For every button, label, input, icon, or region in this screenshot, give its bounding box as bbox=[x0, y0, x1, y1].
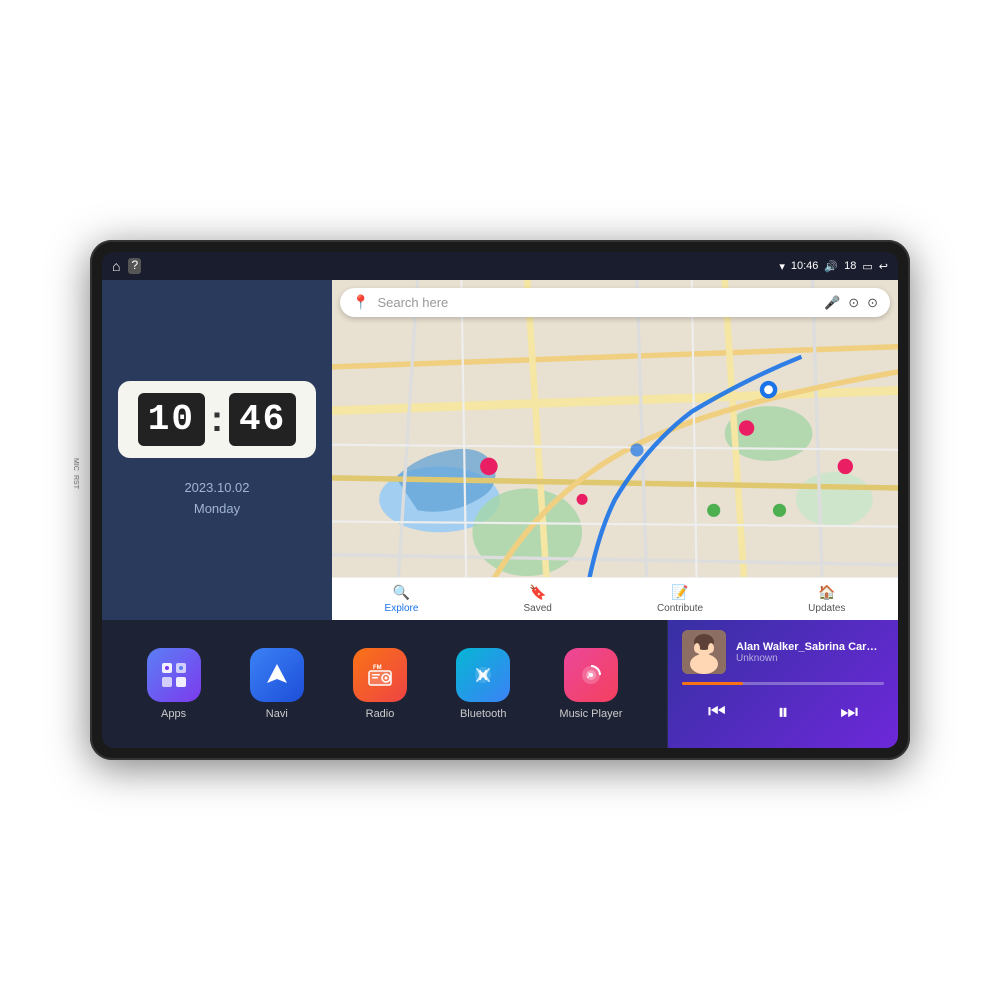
bluetooth-label: Bluetooth bbox=[460, 708, 506, 720]
contribute-label: Contribute bbox=[657, 603, 703, 614]
voice-search-icon[interactable]: 🎤 bbox=[824, 295, 840, 311]
apps-icon-bg bbox=[147, 648, 201, 702]
status-left-icons: ⌂ ? bbox=[112, 258, 141, 274]
status-time: 10:46 bbox=[791, 260, 819, 272]
explore-label: Explore bbox=[385, 603, 419, 614]
mic-label: MIC bbox=[72, 458, 79, 471]
map-tab-saved[interactable]: 🔖 Saved bbox=[524, 584, 552, 614]
status-bar: ⌂ ? ▾ 10:46 🔊 18 ▭ ↩ bbox=[102, 252, 898, 280]
map-bottom-bar: 🔍 Explore 🔖 Saved 📝 Contribute 🏠 bbox=[332, 577, 898, 620]
bluetooth-svg-icon bbox=[469, 661, 497, 689]
updates-label: Updates bbox=[808, 603, 845, 614]
music-thumbnail bbox=[682, 630, 726, 674]
top-section: 10 : 46 2023.10.02 Monday bbox=[102, 280, 898, 620]
music-title: Alan Walker_Sabrina Carpenter_F... bbox=[736, 641, 884, 653]
music-player-label: Music Player bbox=[559, 708, 622, 720]
music-controls: ⏮ ⏸ ⏭ bbox=[682, 695, 884, 729]
updates-icon: 🏠 bbox=[818, 584, 835, 601]
radio-label: Radio bbox=[366, 708, 395, 720]
map-tab-contribute[interactable]: 📝 Contribute bbox=[657, 584, 703, 614]
back-icon[interactable]: ↩ bbox=[879, 260, 888, 273]
volume-icon: 🔊 bbox=[824, 260, 838, 273]
clock-hours: 10 bbox=[138, 393, 205, 446]
radio-svg-icon: FM bbox=[366, 661, 394, 689]
music-progress-fill bbox=[682, 682, 743, 685]
date-info: 2023.10.02 Monday bbox=[184, 478, 249, 520]
map-search-actions: 🎤 ⊙ ⊙ bbox=[824, 295, 878, 311]
wifi-icon: ▾ bbox=[779, 260, 785, 273]
map-layers-icon[interactable]: ⊙ bbox=[867, 295, 878, 311]
saved-icon: 🔖 bbox=[529, 584, 546, 601]
clock-minutes: 46 bbox=[229, 393, 296, 446]
saved-label: Saved bbox=[524, 603, 552, 614]
day-value: Monday bbox=[184, 499, 249, 520]
prev-track-button[interactable]: ⏮ bbox=[698, 697, 736, 728]
app-item-radio[interactable]: FM Radio bbox=[353, 648, 407, 720]
radio-icon-bg: FM bbox=[353, 648, 407, 702]
battery-level: 18 bbox=[844, 260, 856, 272]
navi-svg-icon bbox=[263, 661, 291, 689]
music-svg-icon: ♪ bbox=[577, 661, 605, 689]
main-area: 10 : 46 2023.10.02 Monday bbox=[102, 280, 898, 748]
screen: ⌂ ? ▾ 10:46 🔊 18 ▭ ↩ 10 : 4 bbox=[102, 252, 898, 748]
home-icon[interactable]: ⌂ bbox=[112, 258, 120, 274]
battery-icon: ▭ bbox=[862, 260, 872, 273]
music-icon-bg: ♪ bbox=[564, 648, 618, 702]
app-item-navi[interactable]: Navi bbox=[250, 648, 304, 720]
clock-colon: : bbox=[211, 398, 223, 440]
apps-label: Apps bbox=[161, 708, 186, 720]
album-art-svg bbox=[682, 630, 726, 674]
svg-text:FM: FM bbox=[373, 665, 382, 671]
music-info: Alan Walker_Sabrina Carpenter_F... Unkno… bbox=[682, 630, 884, 674]
app-item-music[interactable]: ♪ Music Player bbox=[559, 648, 622, 720]
app-item-apps[interactable]: Apps bbox=[147, 648, 201, 720]
map-search-bar[interactable]: 📍 Search here 🎤 ⊙ ⊙ bbox=[340, 288, 890, 317]
status-right: ▾ 10:46 🔊 18 ▭ ↩ bbox=[779, 260, 888, 273]
question-icon[interactable]: ? bbox=[128, 258, 141, 274]
explore-icon: 🔍 bbox=[393, 584, 410, 601]
car-head-unit: MIC RST ⌂ ? ▾ 10:46 🔊 18 ▭ ↩ bbox=[90, 240, 910, 760]
app-item-bluetooth[interactable]: Bluetooth bbox=[456, 648, 510, 720]
map-svg: Google bbox=[332, 280, 898, 620]
music-progress-bar[interactable] bbox=[682, 682, 884, 685]
clock-display: 10 : 46 bbox=[118, 381, 316, 458]
map-search-placeholder: Search here bbox=[377, 295, 816, 310]
bottom-section: Apps Navi bbox=[102, 620, 898, 748]
map-tab-updates[interactable]: 🏠 Updates bbox=[808, 584, 845, 614]
bluetooth-icon-bg bbox=[456, 648, 510, 702]
next-track-button[interactable]: ⏭ bbox=[830, 697, 868, 728]
rst-label: RST bbox=[72, 475, 79, 489]
navi-icon-bg bbox=[250, 648, 304, 702]
date-value: 2023.10.02 bbox=[184, 478, 249, 499]
map-tab-explore[interactable]: 🔍 Explore bbox=[385, 584, 419, 614]
clock-panel: 10 : 46 2023.10.02 Monday bbox=[102, 280, 332, 620]
navi-label: Navi bbox=[266, 708, 288, 720]
contribute-icon: 📝 bbox=[671, 584, 688, 601]
app-shortcuts: Apps Navi bbox=[102, 620, 668, 748]
music-text: Alan Walker_Sabrina Carpenter_F... Unkno… bbox=[736, 641, 884, 664]
music-player-widget: Alan Walker_Sabrina Carpenter_F... Unkno… bbox=[668, 620, 898, 748]
map-options-icon[interactable]: ⊙ bbox=[848, 295, 859, 311]
map-panel[interactable]: Google 📍 Search here 🎤 ⊙ ⊙ bbox=[332, 280, 898, 620]
play-pause-button[interactable]: ⏸ bbox=[767, 695, 798, 729]
map-pin-icon: 📍 bbox=[352, 294, 369, 311]
apps-svg-icon bbox=[160, 661, 188, 689]
svg-text:♪: ♪ bbox=[586, 669, 592, 681]
music-artist: Unknown bbox=[736, 653, 884, 664]
